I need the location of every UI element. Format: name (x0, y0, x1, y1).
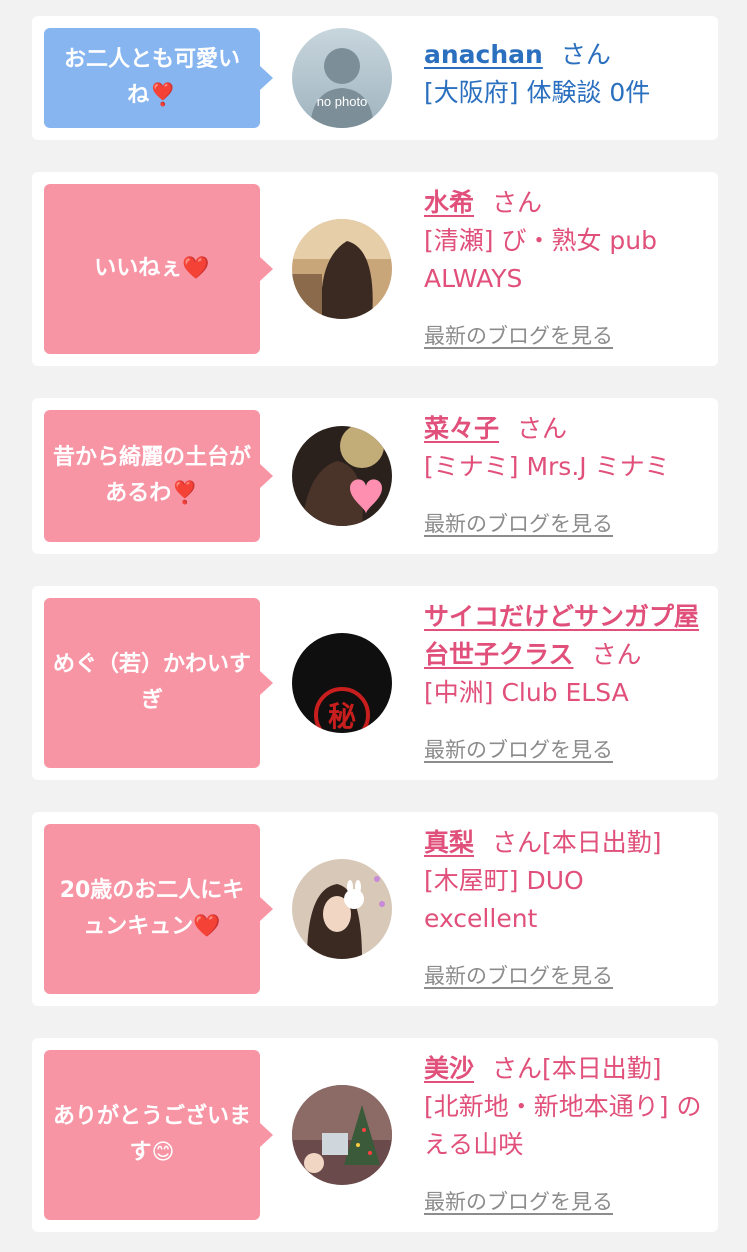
latest-blog-link[interactable]: 最新のブログを見る (424, 960, 613, 990)
girl-photo-icon (292, 1085, 392, 1185)
comment-bubble: お二人とも可愛いね❣️ (44, 28, 273, 128)
comment-card: いいねぇ❤️ 水希 さん [清瀬] び・熟女 pub ALWAYS 最新のブログを… (32, 172, 718, 366)
shop-info: [清瀬] び・熟女 pub ALWAYS (424, 226, 657, 293)
comment-bubble: めぐ（若）かわいすぎ (44, 598, 273, 768)
user-info: 真梨 さん[本日出勤] [木屋町] DUO excellent (424, 824, 704, 938)
user-info: サイコだけどサンガプ屋台世子クラス さん [中洲] Club ELSA (424, 598, 704, 712)
comment-bubble: 20歳のお二人にキュンキュン❤️ (44, 824, 273, 994)
no-photo-label: no photo (317, 94, 368, 109)
comment-card: 昔から綺麗の土台があるわ❣️ 菜々子 さん [ミナミ] Mrs.J ミナミ 最新の… (32, 398, 718, 554)
comment-text: 昔から綺麗の土台があるわ❣️ (52, 445, 251, 506)
girl-photo-avatar[interactable] (292, 1085, 392, 1185)
girl-photo-avatar[interactable] (292, 426, 392, 526)
comment-text: いいねぇ❤️ (94, 256, 210, 281)
comment-bubble: ありがとうございます😊 (44, 1050, 273, 1220)
comment-text: めぐ（若）かわいすぎ (52, 652, 251, 713)
comment-card: ありがとうございます😊 美沙 さん[本日出勤] [北新地・新地本通り] のえる山咲… (32, 1038, 718, 1232)
honorific: さん (517, 414, 568, 443)
secret-stamp-icon: 秘 (292, 633, 392, 733)
shop-info: [大阪府] 体験談 0件 (424, 78, 651, 107)
user-info: 菜々子 さん [ミナミ] Mrs.J ミナミ (424, 410, 704, 486)
user-info: 水希 さん [清瀬] び・熟女 pub ALWAYS (424, 184, 704, 298)
shop-info: [木屋町] DUO excellent (424, 866, 584, 933)
comment-text: ありがとうございます😊 (52, 1104, 251, 1165)
honorific: さん[本日出勤] (492, 828, 662, 857)
girl-photo-avatar[interactable] (292, 219, 392, 319)
comment-text: 20歳のお二人にキュンキュン❤️ (59, 878, 245, 939)
honorific: さん (591, 640, 642, 669)
stamp-label: 秘 (328, 700, 356, 733)
honorific: さん[本日出勤] (492, 1054, 662, 1083)
comment-card: お二人とも可愛いね❣️ no photo anachan さん [大阪府] 体験談… (32, 16, 718, 140)
user-name-link[interactable]: サイコだけどサンガプ屋台世子クラス (424, 602, 699, 669)
latest-blog-link[interactable]: 最新のブログを見る (424, 1186, 613, 1216)
honorific: さん (560, 40, 611, 69)
user-info: anachan さん [大阪府] 体験談 0件 (424, 36, 704, 112)
honorific: さん (492, 188, 543, 217)
shop-info: [北新地・新地本通り] のえる山咲 (424, 1092, 702, 1159)
user-name-link[interactable]: 菜々子 (424, 414, 499, 443)
user-name-link[interactable]: anachan (424, 40, 543, 69)
girl-photo-icon (292, 426, 392, 526)
girl-photo-avatar[interactable] (292, 859, 392, 959)
no-photo-avatar[interactable]: no photo (292, 28, 392, 128)
secret-stamp-avatar[interactable]: 秘 (292, 633, 392, 733)
comment-list: お二人とも可愛いね❣️ no photo anachan さん [大阪府] 体験談… (0, 0, 747, 1252)
comment-bubble: いいねぇ❤️ (44, 184, 273, 354)
comment-text: お二人とも可愛いね❣️ (63, 47, 240, 108)
latest-blog-link[interactable]: 最新のブログを見る (424, 508, 613, 538)
comment-card: めぐ（若）かわいすぎ 秘 サイコだけどサンガプ屋台世子クラス さん [中洲] Cl… (32, 586, 718, 780)
shop-info: [ミナミ] Mrs.J ミナミ (424, 452, 670, 481)
comment-card: 20歳のお二人にキュンキュン❤️ 真梨 さん[本日出勤] [木屋町] DUO ex… (32, 812, 718, 1006)
shop-info: [中洲] Club ELSA (424, 678, 629, 707)
latest-blog-link[interactable]: 最新のブログを見る (424, 734, 613, 764)
latest-blog-link[interactable]: 最新のブログを見る (424, 320, 613, 350)
no-photo-icon: no photo (292, 28, 392, 128)
girl-photo-icon (292, 219, 392, 319)
user-name-link[interactable]: 真梨 (424, 828, 474, 857)
user-info: 美沙 さん[本日出勤] [北新地・新地本通り] のえる山咲 (424, 1050, 704, 1164)
user-name-link[interactable]: 美沙 (424, 1054, 474, 1083)
comment-bubble: 昔から綺麗の土台があるわ❣️ (44, 410, 273, 542)
girl-photo-icon (292, 859, 392, 959)
user-name-link[interactable]: 水希 (424, 188, 474, 217)
